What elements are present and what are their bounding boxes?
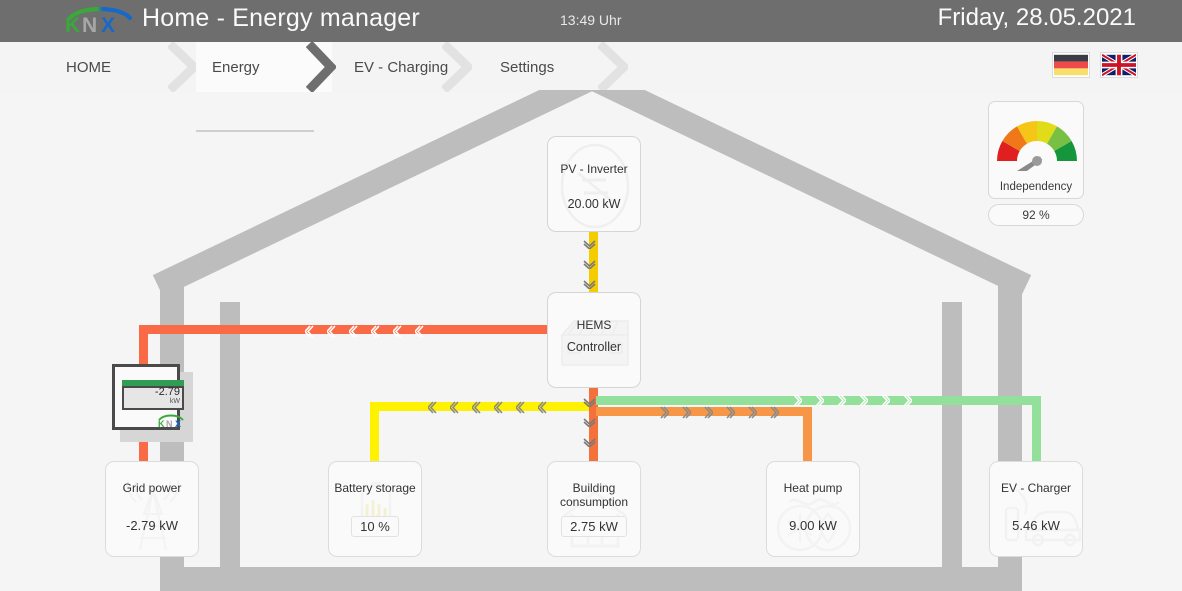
heat-pump-title: Heat pump [783,481,843,495]
meter-value: -2.79 [154,386,180,398]
clock: 13:49 Uhr [560,12,622,28]
hems-controller-title-1: HEMS [576,318,612,332]
hems-controller-title-2: Controller [566,340,622,354]
device-hems-controller[interactable]: HEMS Controller [547,292,641,388]
svg-text:K: K [158,419,165,428]
nav-tab-energy-label: Energy [212,58,260,76]
pv-inverter-value: 20.00 kW [567,197,621,211]
app-title: Home - Energy manager [142,4,420,32]
building-consumption-value: 2.75 kW [561,516,627,537]
nav-chevron-4 [598,42,628,92]
device-heat-pump[interactable]: Heat pump 9.00 kW [766,461,860,557]
flow-hems-to-building-chevrons [583,398,596,447]
nav-tab-settings-label: Settings [500,58,555,76]
grid-power-title: Grid power [122,481,182,495]
nav-tab-settings[interactable]: Settings [478,42,608,92]
knx-logo: K N X [65,7,133,35]
ev-charger-value: 5.46 kW [1012,518,1060,533]
battery-storage-value: 10 % [351,516,399,537]
building-consumption-title-1: Building [572,481,616,495]
flow-hems-to-grid-chevrons [305,325,424,338]
grid-power-value: -2.79 kW [125,518,178,533]
device-pv-inverter[interactable]: PV - Inverter 20.00 kW [547,136,641,232]
language-flags [1052,52,1138,78]
flow-hems-to-heatpump-vertical [803,407,812,465]
nav-tab-home-label: HOME [66,58,111,76]
svg-text:K: K [65,14,80,35]
nav-tab-ev-charging-label: EV - Charging [354,58,449,76]
nav-bar: HOME Energy EV - Charging Settings [0,42,1182,132]
pv-inverter-icon [560,143,630,229]
uk-flag[interactable] [1100,52,1138,78]
grid-meter-widget[interactable]: -2.79 kW K N X [112,364,193,442]
flow-hems-to-ev-vertical [1032,396,1041,465]
svg-text:N: N [82,14,97,35]
device-grid-power[interactable]: Grid power -2.79 kW [105,461,199,557]
ev-charger-title: EV - Charger [1000,481,1072,495]
nav-tab-energy[interactable]: Energy [190,42,310,92]
svg-text:X: X [175,419,181,428]
flow-pv-to-hems-chevrons [583,240,596,289]
flow-hems-to-battery-chevrons [428,401,547,414]
flow-hems-to-battery-vertical [370,402,379,465]
device-battery-storage[interactable]: Battery storage 10 % [328,461,422,557]
building-consumption-title-2: consumption [559,495,629,509]
battery-storage-title: Battery storage [334,481,416,495]
nav-chevron-3 [442,42,472,92]
pv-inverter-title: PV - Inverter [560,162,628,176]
svg-text:N: N [166,419,173,428]
date-text: Friday, 28.05.2021 [937,4,1136,31]
heat-pump-value: 9.00 kW [789,518,837,533]
flow-hems-to-heatpump-chevrons [660,406,779,419]
device-ev-charger[interactable]: EV - Charger 5.46 kW [989,461,1083,557]
meter-knx-logo: K N X [158,414,184,428]
meter-unit: kW [169,398,180,405]
device-building-consumption[interactable]: Building consumption 2.75 kW [547,461,641,557]
flow-hems-to-ev-chevrons [793,394,912,407]
svg-text:X: X [101,14,115,35]
title-bar: K N X Home - Energy manager 13:49 Uhr Fr… [0,0,1182,42]
german-flag[interactable] [1052,52,1090,78]
